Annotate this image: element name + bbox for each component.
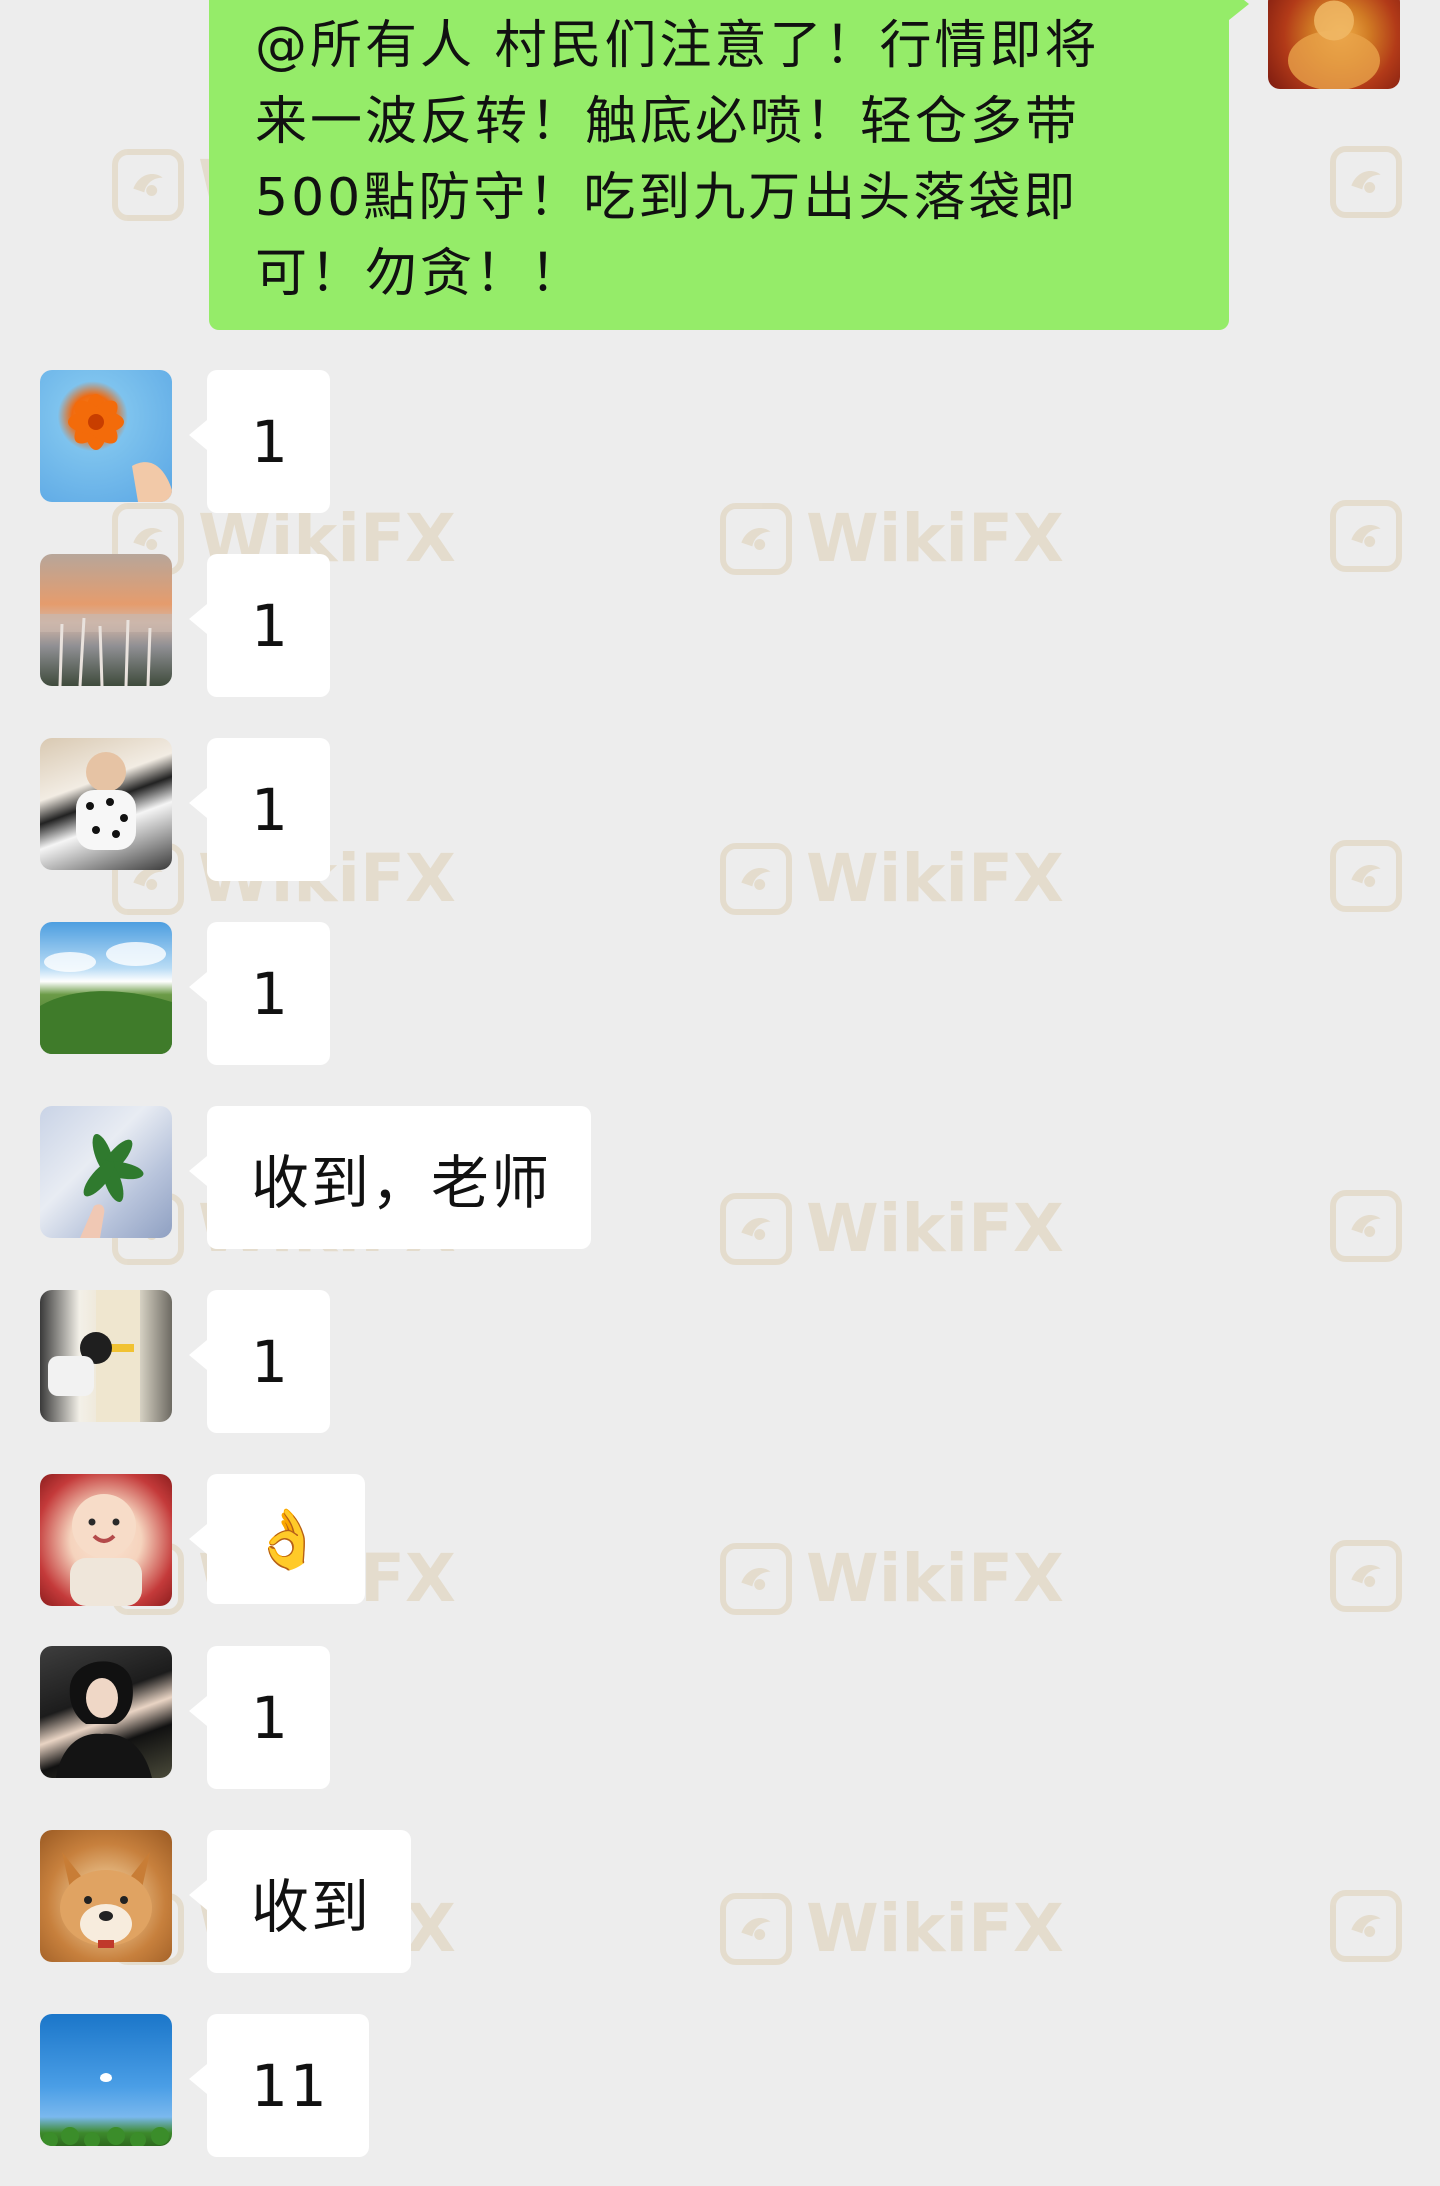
leaf-photo-image (80, 1133, 144, 1238)
message-text: 收到，老师 (251, 1148, 552, 1217)
message-bubble[interactable]: 11 (189, 2014, 369, 2157)
sender-avatar[interactable] (40, 738, 172, 870)
sender-avatar[interactable] (40, 1290, 172, 1422)
message-bubble[interactable]: 1 (189, 370, 330, 513)
incoming-message: 1 (0, 738, 1440, 881)
buddha-figure-image (1288, 0, 1380, 89)
incoming-message: 11 (0, 2014, 1440, 2157)
incoming-message: 1 (0, 1290, 1440, 1433)
shiba-dog-image (60, 1852, 152, 1948)
message-bubble[interactable]: 1 (189, 1290, 330, 1433)
incoming-message: 1 (0, 1646, 1440, 1789)
incoming-message: 1 (0, 554, 1440, 697)
incoming-message: 收到 (0, 1830, 1440, 1973)
woman-portrait-image (56, 1661, 152, 1778)
sender-avatar[interactable] (40, 2014, 172, 2146)
sender-avatar[interactable] (40, 1106, 172, 1238)
incoming-message: 1 (0, 370, 1440, 513)
baby-photo-image (70, 1494, 142, 1606)
sender-avatar[interactable] (40, 1830, 172, 1962)
incoming-message: 收到，老师 (0, 1106, 1440, 1249)
message-line: 来一波反转！触底必喷！轻仓多带 (255, 92, 1081, 152)
child-photo-image (76, 752, 136, 850)
outgoing-message-bubble[interactable]: @所有人 村民们注意了！行情即将 来一波反转！触底必喷！轻仓多带 500點防守！… (209, 0, 1249, 330)
sender-avatar[interactable] (40, 370, 172, 502)
green-hills-image (40, 942, 172, 1054)
message-bubble[interactable]: 1 (189, 554, 330, 697)
message-bubble[interactable]: 1 (189, 1646, 330, 1789)
sky-bird-image (42, 2073, 169, 2146)
message-line: 可！勿贪！！ (255, 244, 586, 304)
flower-image (68, 394, 172, 502)
outgoing-message-text: @所有人 村民们注意了！行情即将 来一波反转！触底必喷！轻仓多带 500點防守！… (255, 8, 1185, 312)
message-text: 1 (251, 407, 290, 476)
sender-avatar[interactable] (40, 1474, 172, 1606)
message-line: @所有人 村民们注意了！行情即将 (255, 16, 1100, 76)
message-bubble[interactable]: 1 (189, 738, 330, 881)
message-text: 1 (251, 1683, 290, 1752)
message-text: 1 (251, 775, 290, 844)
sunset-landscape-image (40, 614, 172, 686)
ok-hand-emoji: 👌 (251, 1504, 326, 1573)
message-text: 1 (251, 959, 290, 1028)
sender-avatar[interactable] (40, 1646, 172, 1778)
chat-view: WikiFX WikiFX WikiFX WikiFX WikiFX WikiF… (0, 0, 1440, 2186)
message-bubble[interactable]: 收到 (188, 1830, 412, 1973)
self-avatar[interactable] (1268, 0, 1400, 89)
sender-avatar[interactable] (40, 922, 172, 1054)
message-line: 500點防守！吃到九万出头落袋即 (255, 168, 1079, 228)
message-bubble[interactable]: 收到，老师 (188, 1106, 592, 1249)
message-text: 1 (251, 591, 290, 660)
sender-avatar[interactable] (40, 554, 172, 686)
message-text: 1 (251, 1327, 290, 1396)
message-bubble[interactable]: 1 (189, 922, 330, 1065)
outgoing-message: @所有人 村民们注意了！行情即将 来一波反转！触底必喷！轻仓多带 500點防守！… (0, 0, 1440, 340)
incoming-message: 1 (0, 922, 1440, 1065)
pillar-photo-image (48, 1290, 140, 1422)
message-text: 收到 (251, 1872, 372, 1941)
message-text: 11 (251, 2051, 329, 2120)
incoming-message: 👌 (0, 1474, 1440, 1606)
message-bubble[interactable]: 👌 (188, 1474, 366, 1604)
